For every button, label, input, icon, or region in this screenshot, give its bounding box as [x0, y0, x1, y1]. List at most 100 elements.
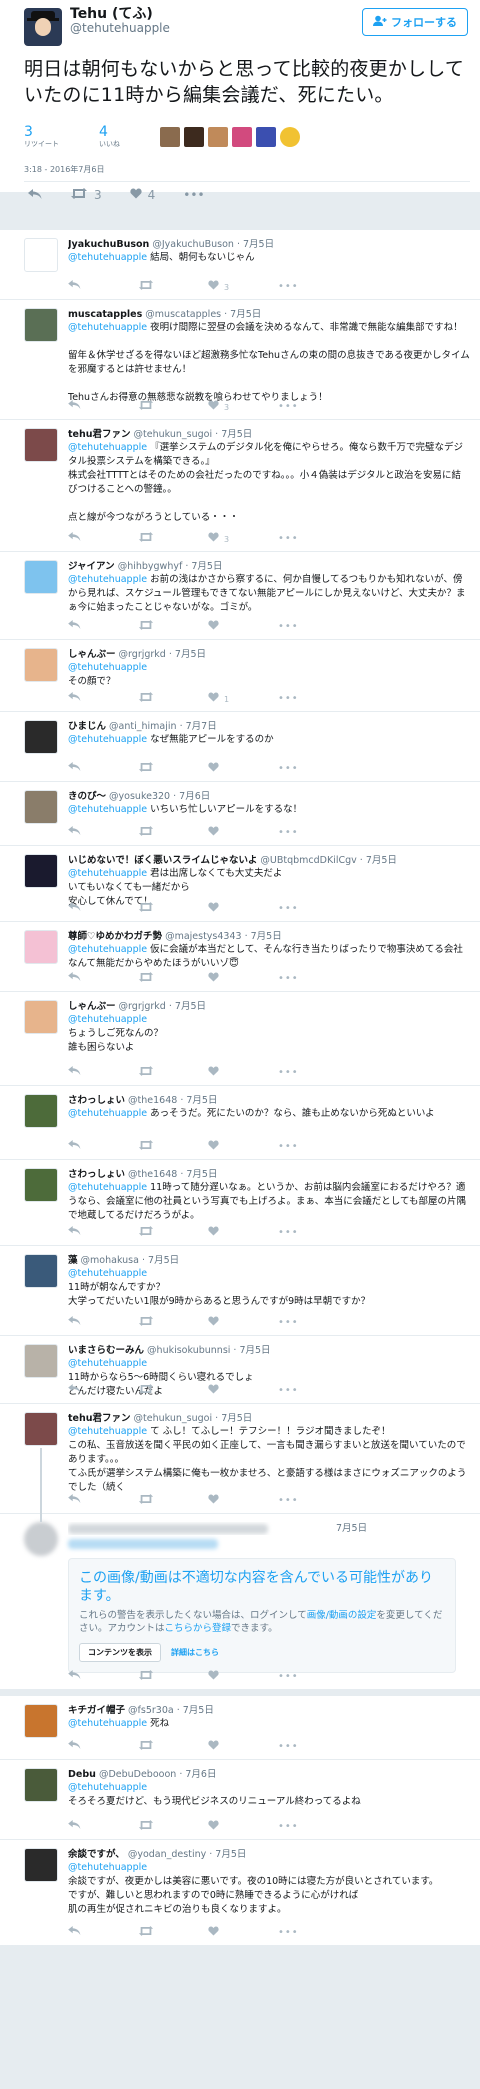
avatar[interactable]: [24, 1000, 58, 1034]
reply-icon[interactable]: [68, 532, 138, 544]
retweet-icon[interactable]: [138, 691, 208, 705]
reply-author-name[interactable]: しゃんぷー: [68, 649, 116, 660]
reply-date[interactable]: 7月5日: [230, 309, 261, 320]
more-icon[interactable]: •••: [278, 401, 308, 412]
avatar[interactable]: [24, 1168, 58, 1202]
like-button[interactable]: [208, 1925, 278, 1939]
reply-date[interactable]: 7月6日: [185, 1769, 216, 1780]
like-button[interactable]: [208, 761, 278, 775]
reply-author-name[interactable]: 藻: [68, 1255, 78, 1266]
reply-author-handle[interactable]: @JyakuchuBuson: [152, 239, 234, 250]
author-name[interactable]: Tehu (てふ): [70, 6, 170, 22]
reply-icon[interactable]: [68, 1140, 138, 1152]
reply-author-name[interactable]: muscatapples: [68, 309, 142, 320]
reply-author-name[interactable]: JyakuchuBuson: [68, 239, 149, 250]
more-icon[interactable]: •••: [278, 973, 308, 984]
like-button[interactable]: [208, 901, 278, 915]
like-button[interactable]: [208, 619, 278, 633]
reply-author-name[interactable]: キチガイ帽子: [68, 1705, 125, 1716]
mention-link[interactable]: @tehutehuapple: [68, 734, 147, 745]
mention-link[interactable]: @tehutehuapple: [68, 868, 147, 879]
like-button[interactable]: [208, 1493, 278, 1507]
like-button[interactable]: [208, 1065, 278, 1079]
more-icon[interactable]: •••: [278, 1227, 308, 1238]
reply-icon[interactable]: [68, 400, 138, 412]
avatar[interactable]: [24, 720, 58, 754]
more-icon[interactable]: •••: [278, 1141, 308, 1152]
more-icon[interactable]: •••: [278, 1671, 308, 1682]
reply-date[interactable]: 7月5日: [183, 1705, 214, 1716]
retweet-icon[interactable]: [138, 1925, 208, 1939]
retweet-icon[interactable]: [138, 1383, 208, 1397]
mention-link[interactable]: @tehutehuapple: [68, 1718, 147, 1729]
more-icon[interactable]: •••: [278, 827, 308, 838]
retweet-icon[interactable]: [138, 1669, 208, 1683]
tweet-timestamp[interactable]: 3:18 - 2016年7月6日: [24, 164, 470, 182]
retweet-stat[interactable]: 3 リツイート: [24, 125, 59, 148]
retweet-icon[interactable]: [138, 1065, 208, 1079]
retweet-icon[interactable]: [138, 619, 208, 633]
reply-author-name[interactable]: Debu: [68, 1769, 96, 1780]
avatar[interactable]: [24, 1412, 58, 1446]
mention-link[interactable]: @tehutehuapple: [68, 944, 147, 955]
reply-author-handle[interactable]: @yosuke320: [109, 791, 170, 802]
avatar[interactable]: [24, 648, 58, 682]
more-icon[interactable]: •••: [278, 1927, 308, 1938]
reply-date[interactable]: 7月6日: [179, 791, 210, 802]
more-icon[interactable]: •••: [278, 1067, 308, 1078]
reply-icon[interactable]: [68, 692, 138, 704]
reply-author-handle[interactable]: @mohakusa: [81, 1255, 139, 1266]
avatar[interactable]: [24, 1522, 58, 1556]
reply-date[interactable]: 7月5日: [186, 1169, 217, 1180]
reply-author-handle[interactable]: @muscatapples: [145, 309, 221, 320]
like-stat[interactable]: 4 いいね: [99, 125, 120, 148]
media-settings-link[interactable]: 画像/動画の設定: [307, 1610, 377, 1621]
more-icon[interactable]: •••: [183, 188, 204, 202]
reply-icon[interactable]: [68, 620, 138, 632]
avatar[interactable]: [24, 238, 58, 272]
reply-author-handle[interactable]: @rgrjgrkd: [119, 1001, 166, 1012]
signup-link[interactable]: こちらから登録: [165, 1623, 232, 1634]
mention-link[interactable]: @tehutehuapple: [68, 252, 147, 263]
reply-author-name[interactable]: ジャイアン: [68, 561, 115, 572]
reply-date[interactable]: 7月5日: [221, 1413, 252, 1424]
reply-author-handle[interactable]: @yodan_destiny: [128, 1849, 206, 1860]
reply-icon[interactable]: [68, 1926, 138, 1938]
avatar[interactable]: [24, 1344, 58, 1378]
retweet-icon[interactable]: [138, 1315, 208, 1329]
more-icon[interactable]: •••: [278, 903, 308, 914]
reply-author-handle[interactable]: @hihbygwhyf: [118, 561, 183, 572]
reply-author-handle[interactable]: @DebuDebooon: [99, 1769, 176, 1780]
follow-button[interactable]: フォローする: [362, 8, 468, 36]
heart-icon[interactable]: [208, 1669, 278, 1683]
reply-date[interactable]: 7月7日: [186, 721, 217, 732]
retweet-icon[interactable]: [138, 1493, 208, 1507]
avatar[interactable]: [24, 790, 58, 824]
avatar[interactable]: [24, 1704, 58, 1738]
like-button[interactable]: 3: [208, 279, 278, 293]
more-icon[interactable]: •••: [278, 1741, 308, 1752]
reply-author-name[interactable]: ひまじん: [68, 721, 106, 732]
mention-link[interactable]: @tehutehuapple: [68, 442, 147, 453]
retweet-icon[interactable]: [138, 279, 208, 293]
mention-link[interactable]: @tehutehuapple: [68, 1108, 147, 1119]
avatar[interactable]: [184, 127, 204, 147]
reply-date[interactable]: 7月5日: [251, 931, 282, 942]
retweet-icon[interactable]: [138, 399, 208, 413]
mention-link[interactable]: @tehutehuapple: [68, 1426, 147, 1437]
retweet-icon[interactable]: [138, 971, 208, 985]
avatar[interactable]: [24, 1768, 58, 1802]
reply-date[interactable]: 7月5日: [366, 855, 397, 866]
avatar[interactable]: [232, 127, 252, 147]
more-icon[interactable]: •••: [278, 281, 308, 292]
reply-date[interactable]: 7月5日: [148, 1255, 179, 1266]
mention-link[interactable]: @tehutehuapple: [68, 1781, 470, 1795]
reply-author-handle[interactable]: @majestys4343: [165, 931, 241, 942]
reply-icon[interactable]: [68, 280, 138, 292]
mention-link[interactable]: @tehutehuapple: [68, 1182, 147, 1193]
retweet-icon[interactable]: [138, 825, 208, 839]
reply-author-handle[interactable]: @hukisokubunnsi: [147, 1345, 230, 1356]
reply-icon[interactable]: [68, 826, 138, 838]
like-button[interactable]: [208, 1315, 278, 1329]
reply-icon[interactable]: [68, 762, 138, 774]
